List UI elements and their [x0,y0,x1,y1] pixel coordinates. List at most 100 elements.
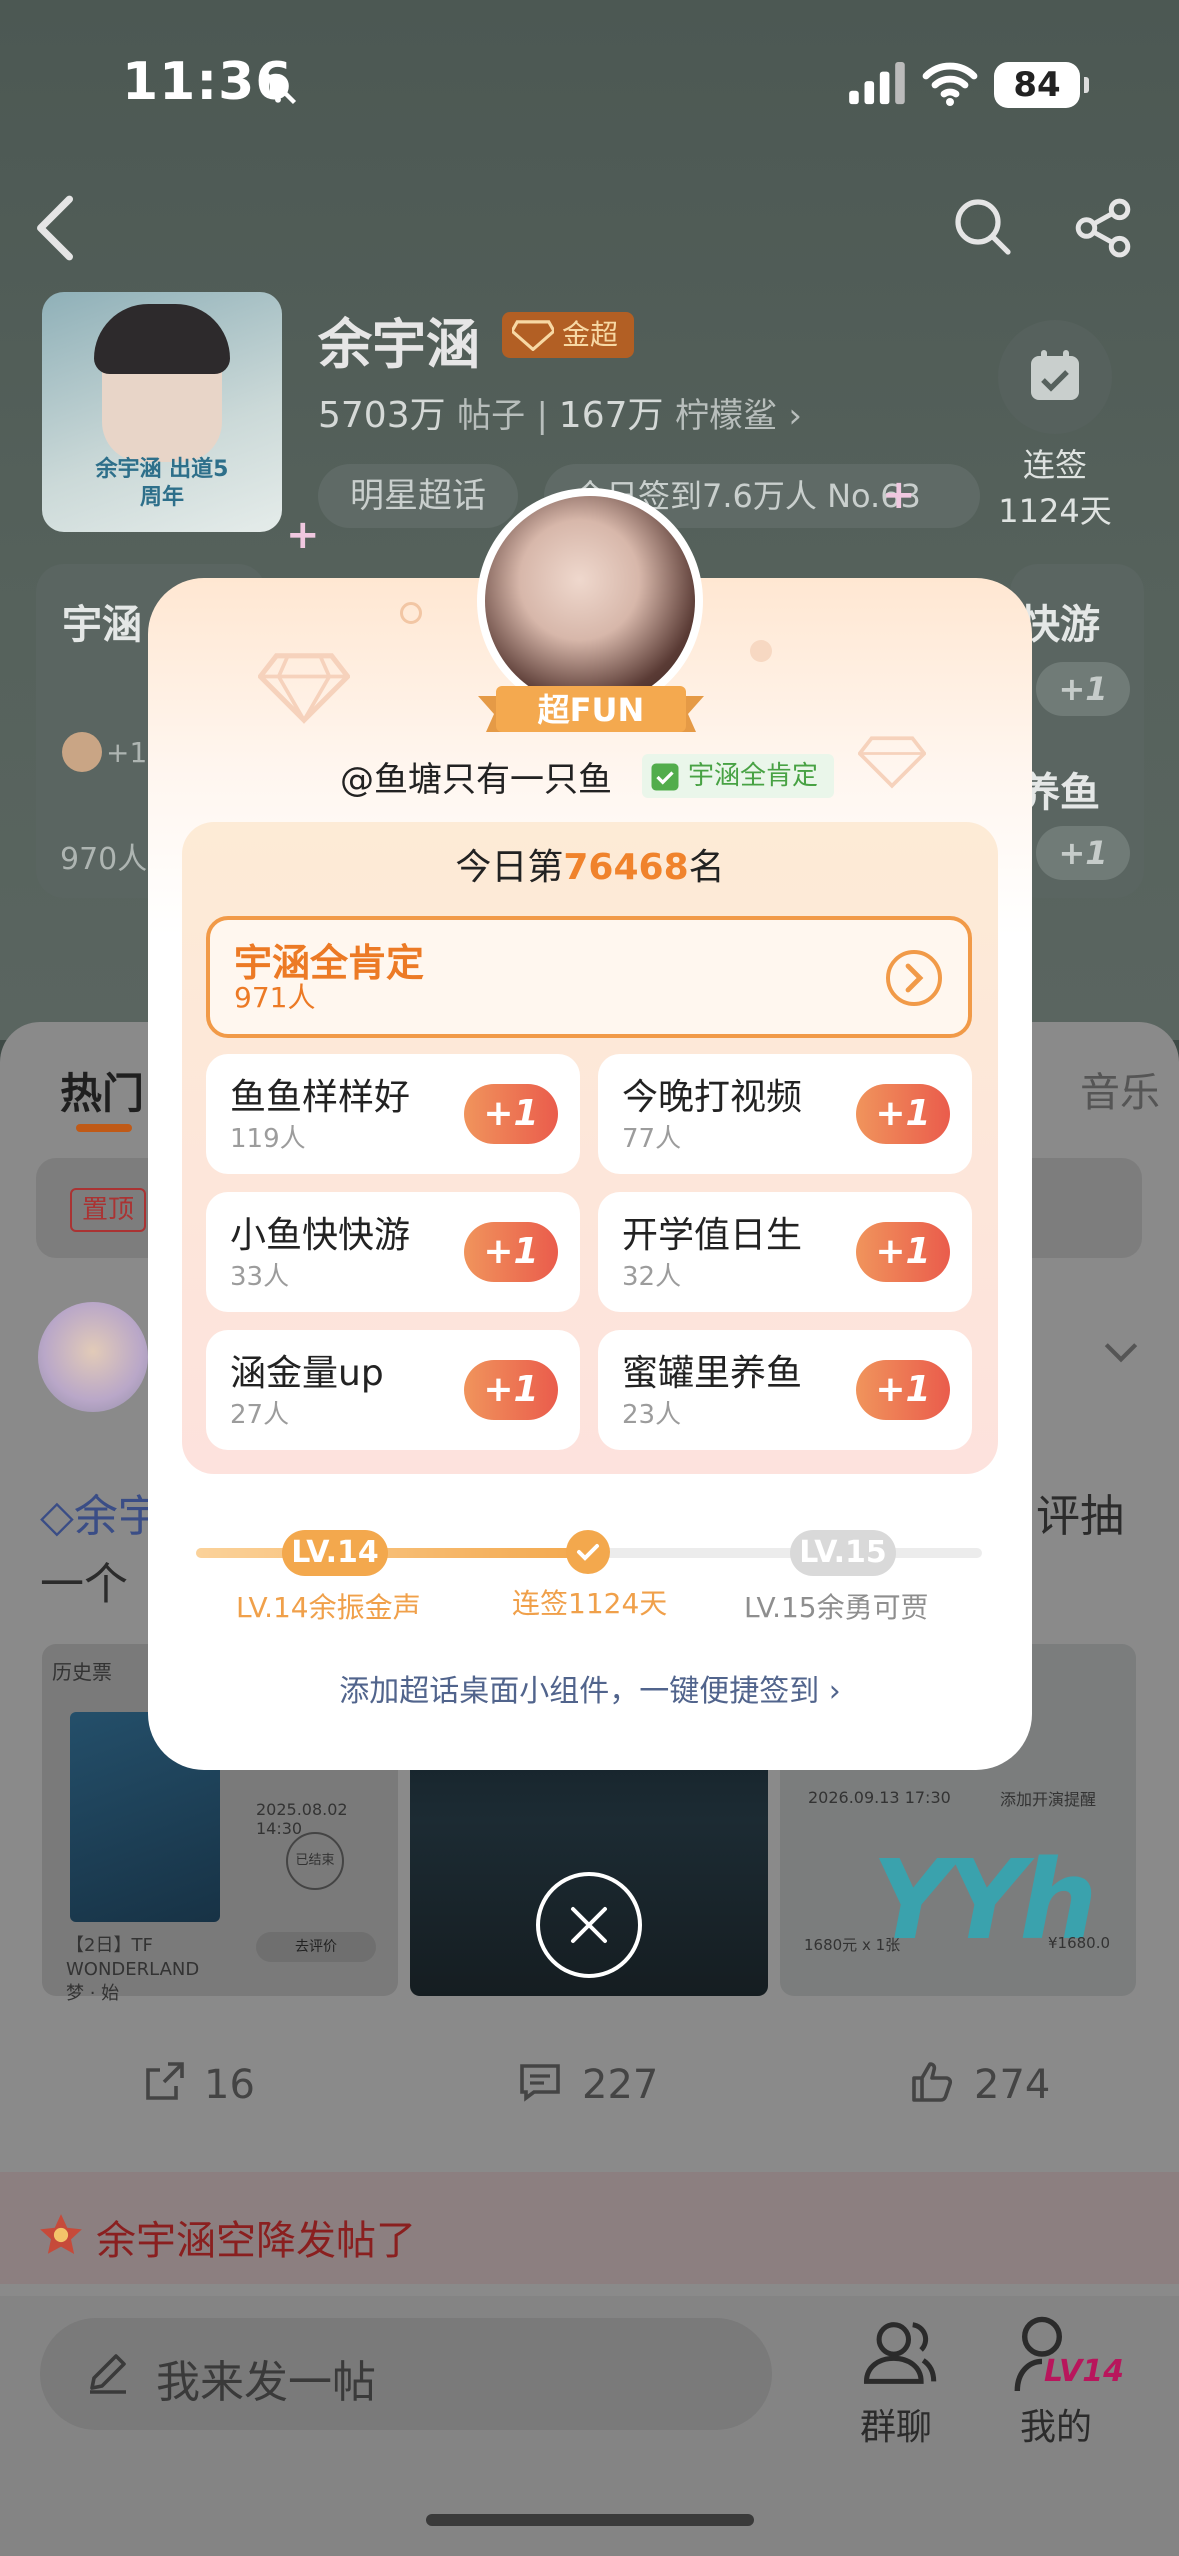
cover-caption: 余宇涵 出道5周年 [95,457,229,510]
post-title-tail: 评抽 [1036,1491,1124,1542]
my-profile-icon[interactable]: LV14 [1012,2312,1124,2396]
next-level-label: LV.15余勇可贾 [744,1591,929,1624]
gold-badge-label: 金超 [562,318,619,351]
compose-input[interactable] [40,2318,772,2430]
decoration-dot [750,640,772,662]
search-icon[interactable] [952,196,1012,256]
posts-count: 5703万 [318,395,446,436]
home-indicator [426,2514,754,2526]
plus-one-button[interactable]: +1 [856,1222,950,1282]
image-price: 1680元 x 1张 [804,1936,901,1954]
level-progress-fill [196,1548,589,1558]
stats-divider: | [536,396,559,436]
plus-one-button[interactable]: +1 [856,1084,950,1144]
avatar[interactable] [38,1302,148,1412]
chevron-down-icon[interactable] [1100,1330,1142,1372]
share-icon[interactable] [1072,196,1134,260]
fans-label[interactable]: 柠檬鲨 [675,396,777,436]
image-time: 2026.09.13 17:30 [808,1788,951,1807]
rank-prefix: 今日第 [455,847,564,888]
calendar-check-icon [1031,350,1079,400]
image-rate-button: 去评价 [256,1932,376,1962]
close-button[interactable] [536,1872,642,1978]
gold-super-badge[interactable]: 金超 [502,312,634,358]
option-title: 涵金量up [230,1353,384,1394]
repost-icon[interactable] [140,2058,188,2106]
streak-label: 连签 [1022,446,1087,484]
group-chat-icon[interactable] [856,2310,940,2394]
mine-label[interactable]: 我的 [1020,2398,1092,2450]
vote-option[interactable]: 小鱼快快游 33人 +1 [206,1192,580,1312]
banner-text: 余宇涵空降发帖了 [96,2218,416,2264]
option-count: 32人 [622,1262,682,1292]
comment-count[interactable]: 227 [582,2062,658,2108]
diamond-icon: ◇ [40,1491,74,1542]
streak-days-label: 连签1124天 [512,1587,668,1620]
bg-card-title: 养鱼 [1020,770,1100,816]
plus-one-button[interactable]: +1 [464,1360,558,1420]
streak-days: 1124天 [998,492,1112,530]
user-avatar[interactable] [477,488,703,714]
option-count: 27人 [230,1400,290,1430]
like-icon[interactable] [908,2058,956,2106]
category-pill[interactable]: 明星超话 [318,464,518,528]
plus-one-button[interactable]: +1 [856,1360,950,1420]
option-count: 119人 [230,1124,306,1154]
like-count[interactable]: 274 [974,2062,1050,2108]
vote-option[interactable]: 涵金量up 27人 +1 [206,1330,580,1450]
group-chat-label[interactable]: 群聊 [860,2398,932,2450]
battery-indicator: 84 [994,62,1089,108]
topic-name: 余宇涵 [318,313,480,376]
fun-badge-label: 超FUN [537,691,645,729]
option-title: 今晚打视频 [622,1077,803,1118]
option-title: 鱼鱼样样好 [230,1077,411,1118]
option-title: 开学值日生 [622,1215,803,1256]
post-title[interactable]: ◇余宇 [40,1480,162,1544]
image-remind: 添加开演提醒 [1000,1790,1097,1809]
check-badge-icon [651,763,679,791]
bg-card-title: 快游 [1020,602,1100,648]
back-arrow-icon[interactable] [30,192,80,264]
current-level-badge: LV.14 [282,1530,388,1576]
plus-one-button[interactable]: +1 [464,1084,558,1144]
bg-card-count: 970人 [60,842,148,877]
image-caption: 【2日】TF WONDERLAND梦 · 始 [66,1935,200,2004]
add-widget-link[interactable]: 添加超话桌面小组件，一键便捷签到 › [182,1666,998,1710]
next-level-badge: LV.15 [790,1530,896,1576]
bell-muted-icon [259,67,297,105]
image-status: 已结束 [286,1832,344,1890]
star-badge-icon [40,2214,82,2254]
close-icon [571,1907,607,1943]
tab-music[interactable]: 音乐 [1080,1060,1160,1118]
option-count: 23人 [622,1400,682,1430]
compose-placeholder: 我来发一帖 [156,2357,376,2408]
current-level-label: LV.14余振金声 [236,1591,421,1624]
pencil-icon [90,2354,126,2394]
vote-option[interactable]: 蜜罐里养鱼 23人 +1 [598,1330,972,1450]
diamond-icon [512,320,554,351]
vote-option[interactable]: 鱼鱼样样好 119人 +1 [206,1054,580,1174]
bg-plus-button: +1 [1036,826,1130,880]
topic-cover-image[interactable]: 余宇涵 出道5周年 [42,292,282,532]
chevron-right-circle-icon[interactable] [884,948,944,1008]
vote-option[interactable]: 开学值日生 32人 +1 [598,1192,972,1312]
tab-hot[interactable]: 热门 [60,1060,144,1121]
option-count: 77人 [622,1124,682,1154]
option-title: 小鱼快快游 [230,1215,411,1256]
wifi-icon [922,62,978,106]
option-count: 33人 [230,1262,290,1292]
repost-count[interactable]: 16 [204,2062,255,2108]
image-header: 历史票 [52,1660,112,1684]
comment-icon[interactable] [516,2058,564,2106]
sparkle-decoration: + [882,472,916,518]
pinned-tag: 置顶 [70,1188,146,1232]
posts-label: 帖子 [457,396,526,436]
fans-count[interactable]: 167万 [559,395,664,436]
vote-option[interactable]: 今晚打视频 77人 +1 [598,1054,972,1174]
plus-one-button[interactable]: +1 [464,1222,558,1282]
diamond-icon [258,653,350,724]
diamond-icon [858,736,926,789]
bg-plus-button: +1 [1036,662,1130,716]
signal-icon [849,62,905,105]
user-handle: @鱼塘只有一只鱼 [340,760,612,800]
